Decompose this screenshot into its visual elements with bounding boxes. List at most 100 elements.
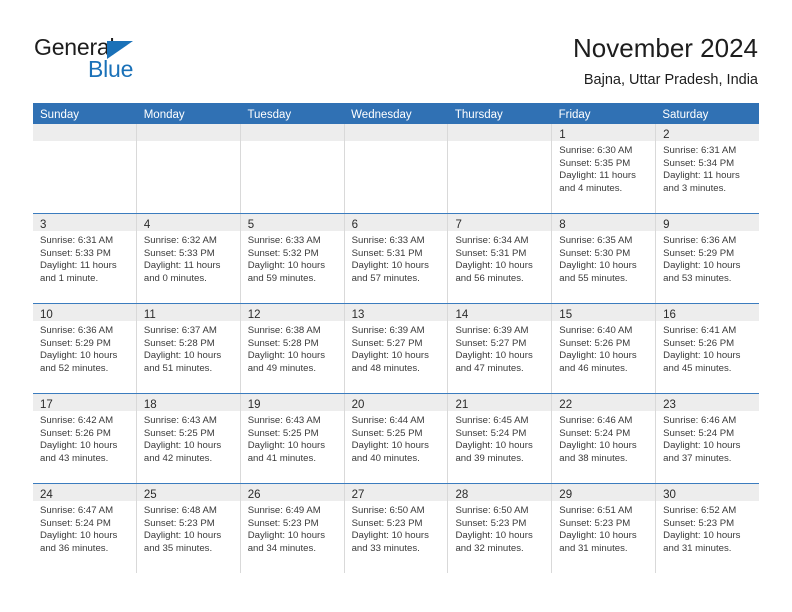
calendar-day-cell[interactable]: 14 Sunrise: 6:39 AM Sunset: 5:27 PM Dayligh… (448, 304, 553, 393)
day-sun-info: Sunrise: 6:42 AM Sunset: 5:26 PM Daylight:… (33, 411, 136, 465)
daylight-text-line2: and 55 minutes. (559, 272, 628, 284)
daylight-text-line2: and 41 minutes. (247, 452, 316, 464)
day-sun-info: Sunrise: 6:43 AM Sunset: 5:25 PM Daylight:… (137, 411, 240, 465)
calendar-day-cell[interactable]: 11 Sunrise: 6:37 AM Sunset: 5:28 PM Dayligh… (136, 304, 241, 393)
daylight-text-line1: Daylight: 10 hours (247, 530, 326, 542)
sunrise-text: Sunrise: 6:47 AM (40, 505, 114, 516)
sunrise-text: Sunrise: 6:37 AM (143, 325, 217, 336)
day-number-band (448, 124, 552, 141)
daylight-text-line1: Daylight: 10 hours (455, 440, 533, 452)
calendar-week-row: 17 Sunrise: 6:42 AM Sunset: 5:26 PM Dayligh… (33, 393, 760, 483)
daylight-text-line1: Daylight: 10 hours (247, 440, 326, 452)
calendar-day-cell[interactable]: 5 Sunrise: 6:33 AM Sunset: 5:32 PM Daylight… (240, 214, 345, 303)
calendar-day-cell[interactable]: 28 Sunrise: 6:50 AM Sunset: 5:23 PM Dayligh… (448, 484, 553, 573)
day-number-band: 9 (656, 214, 760, 231)
calendar-day-cell[interactable]: 7 Sunrise: 6:34 AM Sunset: 5:31 PM Daylight… (448, 214, 553, 303)
sunset-text: Sunset: 5:34 PM (663, 157, 735, 169)
calendar-day-cell[interactable]: 12 Sunrise: 6:38 AM Sunset: 5:28 PM Dayligh… (240, 304, 345, 393)
sunrise-text: Sunrise: 6:46 AM (663, 415, 737, 426)
calendar-day-cell[interactable]: 27 Sunrise: 6:50 AM Sunset: 5:23 PM Dayligh… (344, 484, 449, 573)
sunrise-text: Sunrise: 6:43 AM (143, 415, 217, 426)
day-sun-info: Sunrise: 6:50 AM Sunset: 5:23 PM Daylight:… (448, 501, 551, 555)
daylight-text-line2: and 4 minutes. (559, 182, 623, 194)
calendar-day-cell[interactable]: 18 Sunrise: 6:43 AM Sunset: 5:25 PM Dayligh… (136, 394, 241, 483)
daylight-text-line2: and 46 minutes. (559, 362, 628, 374)
day-number: 28 (455, 489, 469, 501)
calendar-day-cell[interactable]: 10 Sunrise: 6:36 AM Sunset: 5:29 PM Dayligh… (33, 304, 137, 393)
day-number-band: 19 (240, 394, 344, 411)
daylight-text-line1: Daylight: 10 hours (40, 350, 118, 362)
day-number-band: 16 (656, 304, 760, 321)
calendar-day-cell[interactable]: 2 Sunrise: 6:31 AM Sunset: 5:34 PM Daylight… (656, 124, 760, 213)
calendar-day-cell[interactable]: 23 Sunrise: 6:46 AM Sunset: 5:24 PM Dayligh… (656, 394, 760, 483)
day-number: 29 (559, 489, 573, 501)
calendar-day-cell[interactable]: 16 Sunrise: 6:41 AM Sunset: 5:26 PM Dayligh… (656, 304, 760, 393)
day-number: 13 (351, 309, 365, 321)
sunrise-text: Sunrise: 6:31 AM (663, 145, 737, 156)
calendar-day-cell[interactable]: 19 Sunrise: 6:43 AM Sunset: 5:25 PM Dayligh… (240, 394, 345, 483)
day-number: 4 (143, 219, 151, 231)
sunrise-text: Sunrise: 6:34 AM (455, 235, 529, 246)
sunset-text: Sunset: 5:32 PM (247, 247, 319, 259)
calendar-day-cell[interactable]: 26 Sunrise: 6:49 AM Sunset: 5:23 PM Dayligh… (240, 484, 345, 573)
day-number: 9 (663, 219, 670, 231)
calendar-day-cell[interactable]: 20 Sunrise: 6:44 AM Sunset: 5:25 PM Dayligh… (344, 394, 449, 483)
sunrise-text: Sunrise: 6:41 AM (663, 325, 737, 336)
day-sun-info: Sunrise: 6:31 AM Sunset: 5:33 PM Daylight:… (33, 231, 136, 285)
daylight-text-line2: and 34 minutes. (247, 542, 316, 554)
calendar-day-cell[interactable]: 9 Sunrise: 6:36 AM Sunset: 5:29 PM Daylight… (656, 214, 760, 303)
sunset-text: Sunset: 5:33 PM (40, 247, 111, 259)
sunset-text: Sunset: 5:23 PM (351, 517, 423, 529)
calendar-day-cell[interactable]: 3 Sunrise: 6:31 AM Sunset: 5:33 PM Daylight… (33, 214, 137, 303)
day-sun-info: Sunrise: 6:41 AM Sunset: 5:26 PM Daylight:… (656, 321, 759, 375)
daylight-text-line2: and 47 minutes. (455, 362, 524, 374)
day-number: 20 (351, 399, 365, 411)
daylight-text-line2: and 0 minutes. (143, 272, 207, 284)
sunset-text: Sunset: 5:23 PM (143, 517, 215, 529)
day-number: 19 (247, 399, 261, 411)
day-number-band (240, 124, 344, 141)
calendar-day-cell[interactable]: 8 Sunrise: 6:35 AM Sunset: 5:30 PM Daylight… (552, 214, 657, 303)
sunset-text: Sunset: 5:33 PM (143, 247, 215, 259)
weekday-thursday: Thursday (454, 109, 503, 121)
day-number-band: 3 (33, 214, 136, 231)
calendar-day-cell-empty (240, 124, 345, 213)
day-number: 27 (351, 489, 365, 501)
calendar-day-cell[interactable]: 21 Sunrise: 6:45 AM Sunset: 5:24 PM Dayligh… (448, 394, 553, 483)
general-blue-logo[interactable]: General Blue (34, 34, 234, 90)
calendar-day-cell[interactable]: 1 Sunrise: 6:30 AM Sunset: 5:35 PM Daylight… (552, 124, 657, 213)
calendar-day-cell[interactable]: 22 Sunrise: 6:46 AM Sunset: 5:24 PM Dayligh… (552, 394, 657, 483)
day-sun-info: Sunrise: 6:31 AM Sunset: 5:34 PM Daylight:… (656, 141, 759, 195)
calendar-day-cell[interactable]: 6 Sunrise: 6:33 AM Sunset: 5:31 PM Daylight… (344, 214, 449, 303)
page-header: General Blue November 2024 Bajna, Uttar … (0, 0, 792, 98)
daylight-text-line2: and 36 minutes. (40, 542, 109, 554)
calendar-day-cell[interactable]: 24 Sunrise: 6:47 AM Sunset: 5:24 PM Dayligh… (33, 484, 137, 573)
calendar-day-cell[interactable]: 13 Sunrise: 6:39 AM Sunset: 5:27 PM Dayligh… (344, 304, 449, 393)
daylight-text-line1: Daylight: 10 hours (40, 530, 118, 542)
daylight-text-line1: Daylight: 11 hours (40, 260, 117, 272)
daylight-text-line2: and 33 minutes. (351, 542, 420, 554)
day-sun-info: Sunrise: 6:45 AM Sunset: 5:24 PM Daylight:… (448, 411, 551, 465)
calendar-day-cell[interactable]: 30 Sunrise: 6:52 AM Sunset: 5:23 PM Dayligh… (656, 484, 760, 573)
daylight-text-line2: and 42 minutes. (143, 452, 213, 464)
daylight-text-line2: and 1 minute. (40, 272, 99, 284)
daylight-text-line2: and 45 minutes. (663, 362, 732, 374)
calendar-day-cell[interactable]: 4 Sunrise: 6:32 AM Sunset: 5:33 PM Daylight… (136, 214, 241, 303)
day-number-band: 1 (552, 124, 656, 141)
calendar-day-cell[interactable]: 29 Sunrise: 6:51 AM Sunset: 5:23 PM Dayligh… (552, 484, 657, 573)
calendar-week-row: 1 Sunrise: 6:30 AM Sunset: 5:35 PM Daylight… (33, 124, 760, 213)
sunrise-text: Sunrise: 6:33 AM (351, 235, 425, 246)
sunset-text: Sunset: 5:23 PM (663, 517, 735, 529)
day-number-band (344, 124, 448, 141)
day-number: 26 (247, 489, 261, 501)
sunset-text: Sunset: 5:25 PM (351, 427, 423, 439)
sunset-text: Sunset: 5:27 PM (455, 337, 527, 349)
day-sun-info: Sunrise: 6:36 AM Sunset: 5:29 PM Daylight:… (33, 321, 136, 375)
daylight-text-line2: and 57 minutes. (351, 272, 420, 284)
day-sun-info: Sunrise: 6:32 AM Sunset: 5:33 PM Daylight:… (137, 231, 240, 285)
calendar-day-cell[interactable]: 15 Sunrise: 6:40 AM Sunset: 5:26 PM Dayligh… (552, 304, 657, 393)
day-number: 14 (455, 309, 469, 321)
daylight-text-line1: Daylight: 11 hours (663, 170, 740, 182)
calendar-day-cell[interactable]: 25 Sunrise: 6:48 AM Sunset: 5:23 PM Dayligh… (136, 484, 241, 573)
calendar-day-cell[interactable]: 17 Sunrise: 6:42 AM Sunset: 5:26 PM Dayligh… (33, 394, 137, 483)
